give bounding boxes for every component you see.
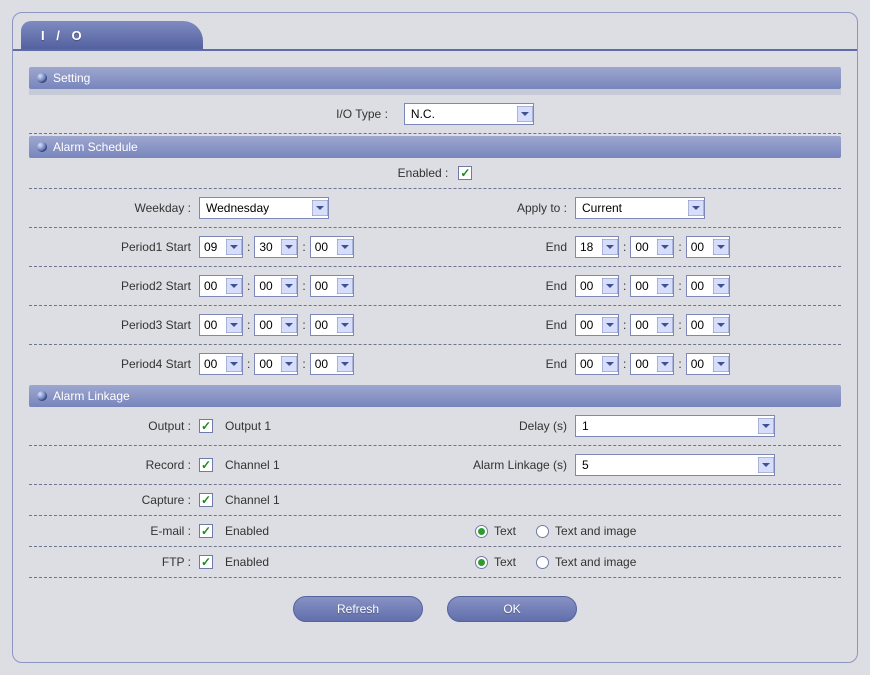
delay-label: Delay (s) xyxy=(435,419,575,433)
capture-checkbox[interactable] xyxy=(199,493,213,507)
ftp-radio-text-label: Text xyxy=(494,555,516,569)
section-header-setting: Setting xyxy=(29,67,841,89)
email-label: E-mail : xyxy=(33,524,199,538)
period2-start-ss[interactable]: 00 xyxy=(310,275,354,297)
enabled-label: Enabled : xyxy=(398,166,449,180)
section-title: Alarm Schedule xyxy=(53,140,138,154)
record-text: Channel 1 xyxy=(225,458,280,472)
button-bar: Refresh OK xyxy=(29,578,841,646)
email-radio-text[interactable] xyxy=(475,525,488,538)
tab-underline xyxy=(13,49,857,51)
panel: Setting I/O Type : N.C. Alarm Schedule E… xyxy=(13,51,857,662)
period3-start-ss[interactable]: 00 xyxy=(310,314,354,336)
period2-end-hh[interactable]: 00 xyxy=(575,275,619,297)
period4-end-label: End xyxy=(435,357,575,371)
period4-end-ss[interactable]: 00 xyxy=(686,353,730,375)
bullet-icon xyxy=(37,142,47,152)
period2-end-mm[interactable]: 00 xyxy=(630,275,674,297)
period3-end-mm[interactable]: 00 xyxy=(630,314,674,336)
capture-label: Capture : xyxy=(33,493,199,507)
delay-select[interactable]: 1 xyxy=(575,415,775,437)
row-output: Output : Output 1 Delay (s) 1 xyxy=(29,407,841,446)
period1-end-label: End xyxy=(435,240,575,254)
row-period-1: Period1 Start09:30:00End18:00:00 xyxy=(29,228,841,267)
period4-start-mm[interactable]: 00 xyxy=(254,353,298,375)
ftp-checkbox[interactable] xyxy=(199,555,213,569)
period2-start-label: Period2 Start xyxy=(33,279,199,293)
record-checkbox[interactable] xyxy=(199,458,213,472)
weekday-select[interactable]: Wednesday xyxy=(199,197,329,219)
row-email: E-mail : Enabled Text Text and image xyxy=(29,516,841,547)
ftp-radio-text-image-label: Text and image xyxy=(555,555,636,569)
period2-start-mm[interactable]: 00 xyxy=(254,275,298,297)
output-checkbox[interactable] xyxy=(199,419,213,433)
ftp-label: FTP : xyxy=(33,555,199,569)
apply-to-select[interactable]: Current xyxy=(575,197,705,219)
row-record: Record : Channel 1 Alarm Linkage (s) 5 xyxy=(29,446,841,485)
period1-start-mm[interactable]: 30 xyxy=(254,236,298,258)
tab-bar: I / O xyxy=(13,13,857,51)
period3-start-hh[interactable]: 00 xyxy=(199,314,243,336)
row-io-type: I/O Type : N.C. xyxy=(29,95,841,134)
io-type-label: I/O Type : xyxy=(336,107,396,121)
alarm-linkage-label: Alarm Linkage (s) xyxy=(435,458,575,472)
period1-start-hh[interactable]: 09 xyxy=(199,236,243,258)
bullet-icon xyxy=(37,73,47,83)
email-checkbox[interactable] xyxy=(199,524,213,538)
period3-start-label: Period3 Start xyxy=(33,318,199,332)
period1-end-mm[interactable]: 00 xyxy=(630,236,674,258)
section-header-schedule: Alarm Schedule xyxy=(29,136,841,158)
row-enabled: Enabled : xyxy=(29,158,841,189)
io-type-select[interactable]: N.C. xyxy=(404,103,534,125)
period1-start-ss[interactable]: 00 xyxy=(310,236,354,258)
period3-end-hh[interactable]: 00 xyxy=(575,314,619,336)
output-text: Output 1 xyxy=(225,419,271,433)
output-label: Output : xyxy=(33,419,199,433)
ftp-enabled-text: Enabled xyxy=(225,555,269,569)
email-enabled-text: Enabled xyxy=(225,524,269,538)
period1-end-ss[interactable]: 00 xyxy=(686,236,730,258)
period3-end-ss[interactable]: 00 xyxy=(686,314,730,336)
period2-end-ss[interactable]: 00 xyxy=(686,275,730,297)
enabled-checkbox[interactable] xyxy=(458,166,472,180)
row-ftp: FTP : Enabled Text Text and image xyxy=(29,547,841,578)
row-period-4: Period4 Start00:00:00End00:00:00 xyxy=(29,345,841,383)
row-capture: Capture : Channel 1 xyxy=(29,485,841,516)
period2-end-label: End xyxy=(435,279,575,293)
period4-start-hh[interactable]: 00 xyxy=(199,353,243,375)
row-period-2: Period2 Start00:00:00End00:00:00 xyxy=(29,267,841,306)
alarm-linkage-select[interactable]: 5 xyxy=(575,454,775,476)
weekday-label: Weekday : xyxy=(33,201,199,215)
section-title: Alarm Linkage xyxy=(53,389,130,403)
email-radio-text-image-label: Text and image xyxy=(555,524,636,538)
ftp-radio-text-image[interactable] xyxy=(536,556,549,569)
period4-start-label: Period4 Start xyxy=(33,357,199,371)
period3-start-mm[interactable]: 00 xyxy=(254,314,298,336)
period1-start-label: Period1 Start xyxy=(33,240,199,254)
bullet-icon xyxy=(37,391,47,401)
period3-end-label: End xyxy=(435,318,575,332)
apply-to-label: Apply to : xyxy=(435,201,575,215)
period4-start-ss[interactable]: 00 xyxy=(310,353,354,375)
period2-start-hh[interactable]: 00 xyxy=(199,275,243,297)
period4-end-mm[interactable]: 00 xyxy=(630,353,674,375)
ok-button[interactable]: OK xyxy=(447,596,577,622)
row-weekday: Weekday : Wednesday Apply to : Current xyxy=(29,189,841,228)
record-label: Record : xyxy=(33,458,199,472)
refresh-button[interactable]: Refresh xyxy=(293,596,423,622)
email-radio-text-label: Text xyxy=(494,524,516,538)
email-radio-text-image[interactable] xyxy=(536,525,549,538)
period4-end-hh[interactable]: 00 xyxy=(575,353,619,375)
period1-end-hh[interactable]: 18 xyxy=(575,236,619,258)
io-page: I / O Setting I/O Type : N.C. Alarm Sche… xyxy=(12,12,858,663)
tab-io[interactable]: I / O xyxy=(21,21,203,51)
section-title: Setting xyxy=(53,71,90,85)
row-period-3: Period3 Start00:00:00End00:00:00 xyxy=(29,306,841,345)
capture-text: Channel 1 xyxy=(225,493,280,507)
ftp-radio-text[interactable] xyxy=(475,556,488,569)
section-header-linkage: Alarm Linkage xyxy=(29,385,841,407)
